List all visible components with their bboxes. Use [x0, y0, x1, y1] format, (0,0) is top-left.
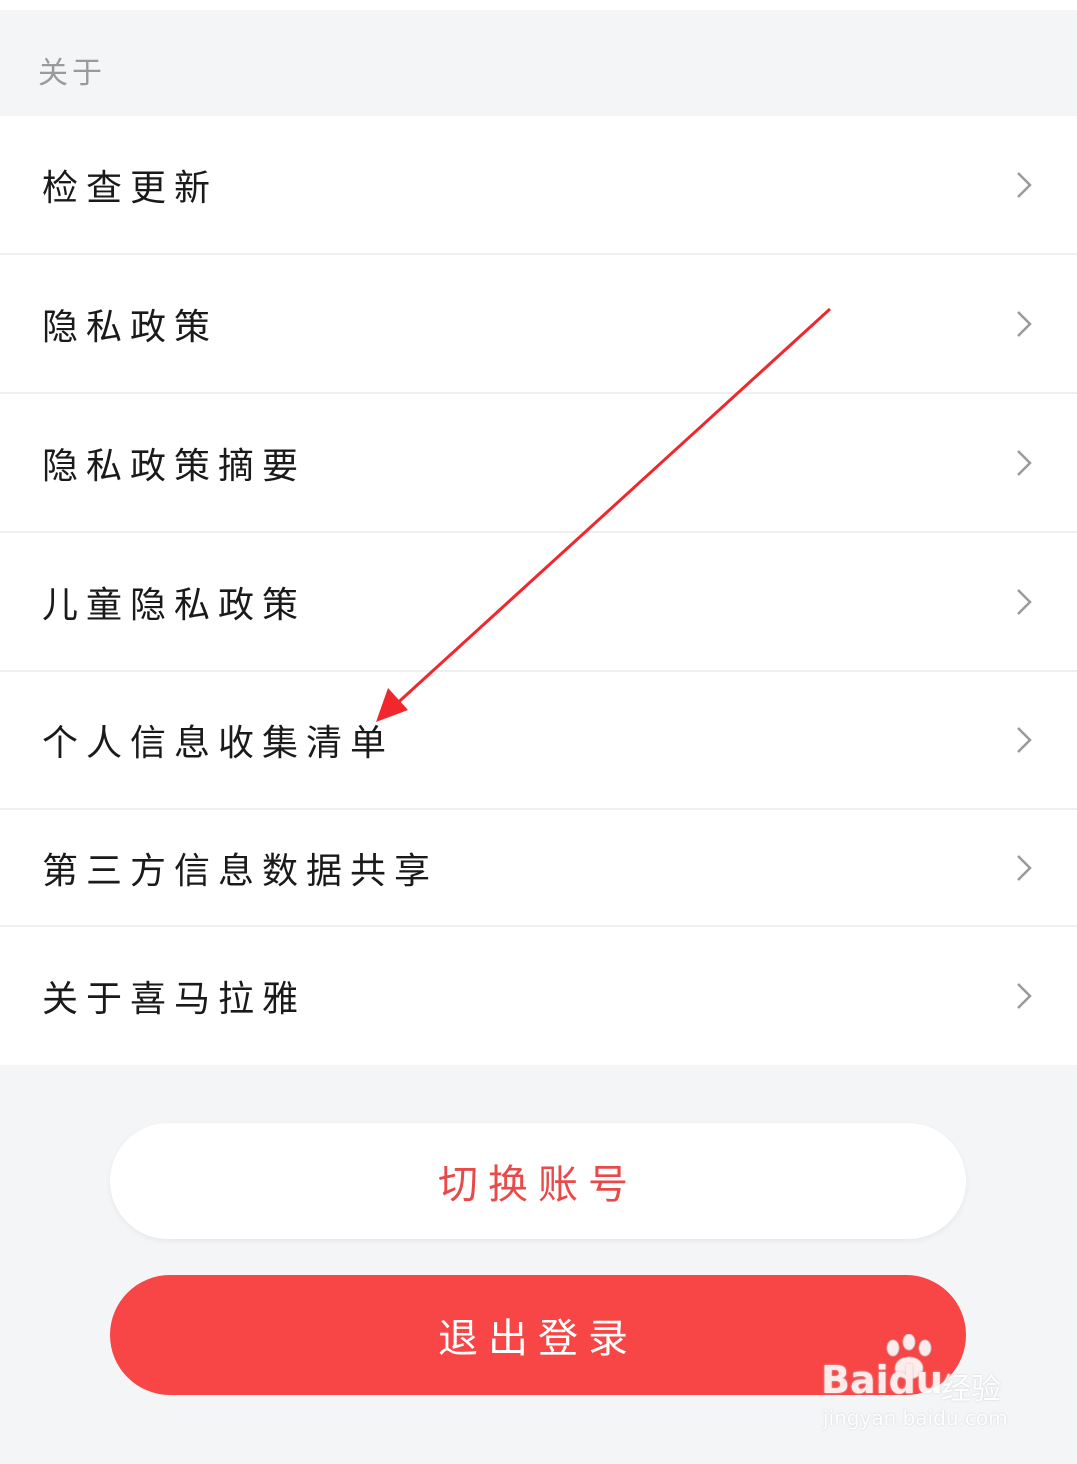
menu-item-label: 隐私政策摘要: [42, 445, 307, 487]
menu-item-label: 检查更新: [42, 167, 219, 209]
menu-item-label: 第三方信息数据共享: [42, 850, 439, 892]
menu-item-children-privacy[interactable]: 儿童隐私政策: [0, 533, 1077, 672]
chevron-right-icon: [1017, 449, 1032, 476]
menu-item-privacy-summary[interactable]: 隐私政策摘要: [0, 394, 1077, 533]
watermark-brand: Baidu: [821, 1358, 943, 1402]
watermark-url: jingyan.baidu.com: [823, 1406, 1008, 1430]
top-strip: [0, 0, 1077, 10]
menu-item-label: 关于喜马拉雅: [42, 979, 307, 1020]
about-menu-list: 检查更新 隐私政策 隐私政策摘要 儿童隐私政策 个人信息收集清单 第三方信息数据…: [0, 116, 1077, 1065]
section-title: 关于: [38, 56, 106, 91]
chevron-right-icon: [1017, 727, 1032, 753]
menu-item-check-update[interactable]: 检查更新: [0, 116, 1077, 255]
baidu-jingyan-watermark: Baidu 经验 jingyan.baidu.com: [821, 1334, 1021, 1438]
chevron-right-icon: [1017, 171, 1032, 198]
menu-item-third-party-sharing[interactable]: 第三方信息数据共享: [0, 810, 1077, 927]
menu-item-privacy-policy[interactable]: 隐私政策: [0, 255, 1077, 394]
chevron-right-icon: [1017, 310, 1032, 337]
chevron-right-icon: [1017, 854, 1032, 881]
watermark-sub: 经验: [941, 1372, 1001, 1407]
menu-item-label: 个人信息收集清单: [42, 723, 395, 764]
menu-item-label: 儿童隐私政策: [42, 584, 307, 626]
switch-account-button[interactable]: 切换账号: [110, 1123, 966, 1239]
menu-item-personal-info-list[interactable]: 个人信息收集清单: [0, 672, 1077, 810]
menu-item-about-ximalaya[interactable]: 关于喜马拉雅: [0, 927, 1077, 1065]
settings-page: 关于 检查更新 隐私政策 隐私政策摘要 儿童隐私政策 个人信息收集清单 第三方信…: [0, 0, 1077, 1464]
menu-item-label: 隐私政策: [42, 306, 219, 348]
chevron-right-icon: [1017, 588, 1032, 615]
chevron-right-icon: [1017, 983, 1032, 1009]
section-header: 关于: [0, 10, 1077, 116]
